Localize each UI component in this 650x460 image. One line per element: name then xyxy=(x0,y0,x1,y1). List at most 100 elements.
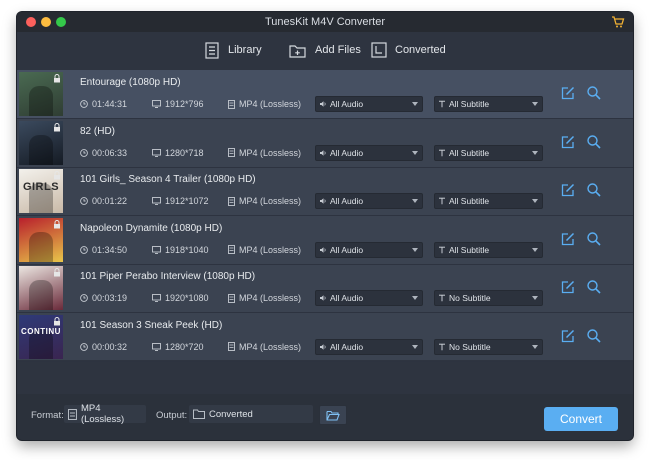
resolution: 1912*796 xyxy=(152,99,204,109)
video-thumbnail xyxy=(19,72,63,116)
cart-icon[interactable] xyxy=(611,15,625,29)
output-path-field[interactable]: Converted xyxy=(189,405,313,423)
search-icon[interactable] xyxy=(586,328,602,344)
duration-value: 00:03:19 xyxy=(92,293,128,303)
thumbnail-figure xyxy=(29,231,53,262)
converted-button[interactable]: Converted xyxy=(371,38,446,62)
resolution: 1280*718 xyxy=(152,148,204,158)
format-value: MP4 (Lossless) xyxy=(239,341,302,352)
search-icon[interactable] xyxy=(586,85,602,101)
subtitle-icon xyxy=(439,197,445,205)
chevron-down-icon xyxy=(412,296,418,300)
duration: 00:06:33 xyxy=(80,148,127,158)
resolution-value: 1918*1040 xyxy=(165,244,209,255)
resolution-value: 1912*796 xyxy=(165,99,204,109)
app-window: TunesKit M4V Converter Library Add Files xyxy=(17,12,633,440)
audio-track-select[interactable]: All Audio xyxy=(315,241,423,258)
edit-icon[interactable] xyxy=(560,85,576,101)
video-thumbnail: CONTINU xyxy=(19,314,63,359)
output-format: MP4 (Lossless) xyxy=(228,245,301,255)
duration-value: 00:01:22 xyxy=(92,196,128,206)
lock-icon xyxy=(54,74,60,83)
search-icon[interactable] xyxy=(586,279,602,295)
edit-icon[interactable] xyxy=(560,182,576,198)
edit-icon[interactable] xyxy=(560,279,576,295)
audio-track-select[interactable]: All Audio xyxy=(315,338,423,355)
video-thumbnail xyxy=(19,120,63,165)
resolution-value: 1280*718 xyxy=(165,147,204,158)
convert-button[interactable]: Convert xyxy=(544,407,618,431)
subtitle-select[interactable]: All Subtitle xyxy=(434,144,543,161)
chevron-down-icon xyxy=(532,344,538,349)
video-row[interactable]: 101 Piper Perabo Interview (1080p HD) 00… xyxy=(17,264,633,313)
chevron-down-icon xyxy=(412,102,418,106)
format-select[interactable]: MP4 (Lossless) xyxy=(64,403,146,425)
audio-track-value: All Audio xyxy=(330,196,364,206)
subtitle-icon xyxy=(439,246,445,253)
video-title: Napoleon Dynamite (1080p HD) xyxy=(80,222,223,234)
chevron-down-icon xyxy=(412,344,418,349)
chevron-down-icon xyxy=(532,247,538,252)
format-icon xyxy=(228,148,235,157)
clock-icon xyxy=(80,245,88,254)
monitor-icon xyxy=(152,197,161,205)
add-files-button[interactable]: Add Files xyxy=(289,38,361,62)
speaker-icon xyxy=(320,101,326,107)
output-format: MP4 (Lossless) xyxy=(228,196,301,206)
add-folder-icon xyxy=(289,44,306,58)
audio-track-value: All Audio xyxy=(330,293,364,303)
chevron-down-icon xyxy=(412,247,418,252)
edit-icon[interactable] xyxy=(560,134,576,150)
edit-icon[interactable] xyxy=(560,328,576,344)
duration: 01:34:50 xyxy=(80,245,127,255)
search-icon[interactable] xyxy=(586,134,602,150)
output-format: MP4 (Lossless) xyxy=(228,148,301,158)
video-title: 101 Season 3 Sneak Peek (HD) xyxy=(80,319,223,331)
format-value: MP4 (Lossless) xyxy=(239,196,302,206)
footer-bar: Format: MP4 (Lossless) Output: Converted… xyxy=(17,394,633,440)
video-row[interactable]: 82 (HD) 00:06:33 1280*718 MP4 (Lossless)… xyxy=(17,119,633,168)
output-format: MP4 (Lossless) xyxy=(228,342,301,352)
speaker-icon xyxy=(320,149,326,156)
monitor-icon xyxy=(152,100,161,108)
resolution: 1918*1040 xyxy=(152,245,209,255)
audio-track-select[interactable]: All Audio xyxy=(315,96,423,112)
video-row[interactable]: GIRLS 101 Girls_ Season 4 Trailer (1080p… xyxy=(17,167,633,216)
subtitle-value: All Subtitle xyxy=(449,196,490,206)
output-format: MP4 (Lossless) xyxy=(228,99,301,109)
subtitle-select[interactable]: All Subtitle xyxy=(434,193,543,209)
audio-track-select[interactable]: All Audio xyxy=(315,193,423,209)
lock-icon xyxy=(54,219,60,228)
clock-icon xyxy=(80,342,88,351)
format-value: MP4 (Lossless) xyxy=(239,99,302,109)
search-icon[interactable] xyxy=(586,182,602,198)
monitor-icon xyxy=(152,342,161,351)
format-icon xyxy=(228,342,235,351)
subtitle-select[interactable]: All Subtitle xyxy=(434,241,543,258)
video-row[interactable]: Entourage (1080p HD) 01:44:31 1912*796 M… xyxy=(17,70,633,119)
edit-icon[interactable] xyxy=(560,231,576,247)
folder-icon xyxy=(193,409,205,419)
format-icon xyxy=(228,245,235,254)
video-row[interactable]: CONTINU 101 Season 3 Sneak Peek (HD) 00:… xyxy=(17,313,633,362)
subtitle-value: All Subtitle xyxy=(449,99,490,109)
subtitle-select[interactable]: All Subtitle xyxy=(434,96,543,112)
duration-value: 01:44:31 xyxy=(92,99,128,109)
search-icon[interactable] xyxy=(586,231,602,247)
video-title: 101 Girls_ Season 4 Trailer (1080p HD) xyxy=(80,174,256,185)
audio-track-select[interactable]: All Audio xyxy=(315,290,423,306)
subtitle-select[interactable]: No Subtitle xyxy=(434,290,543,306)
thumbnail-figure xyxy=(29,134,53,165)
duration: 00:03:19 xyxy=(80,293,127,303)
format-label: Format: xyxy=(31,410,64,421)
resolution-value: 1912*1072 xyxy=(165,196,209,206)
library-button[interactable]: Library xyxy=(204,38,262,62)
format-value: MP4 (Lossless) xyxy=(239,147,302,158)
video-row[interactable]: Napoleon Dynamite (1080p HD) 01:34:50 19… xyxy=(17,216,633,265)
audio-track-select[interactable]: All Audio xyxy=(315,144,423,161)
chevron-down-icon xyxy=(412,150,418,155)
subtitle-select[interactable]: No Subtitle xyxy=(434,338,543,355)
chevron-down-icon xyxy=(532,102,538,106)
browse-folder-button[interactable] xyxy=(319,405,347,425)
chevron-down-icon xyxy=(532,296,538,300)
